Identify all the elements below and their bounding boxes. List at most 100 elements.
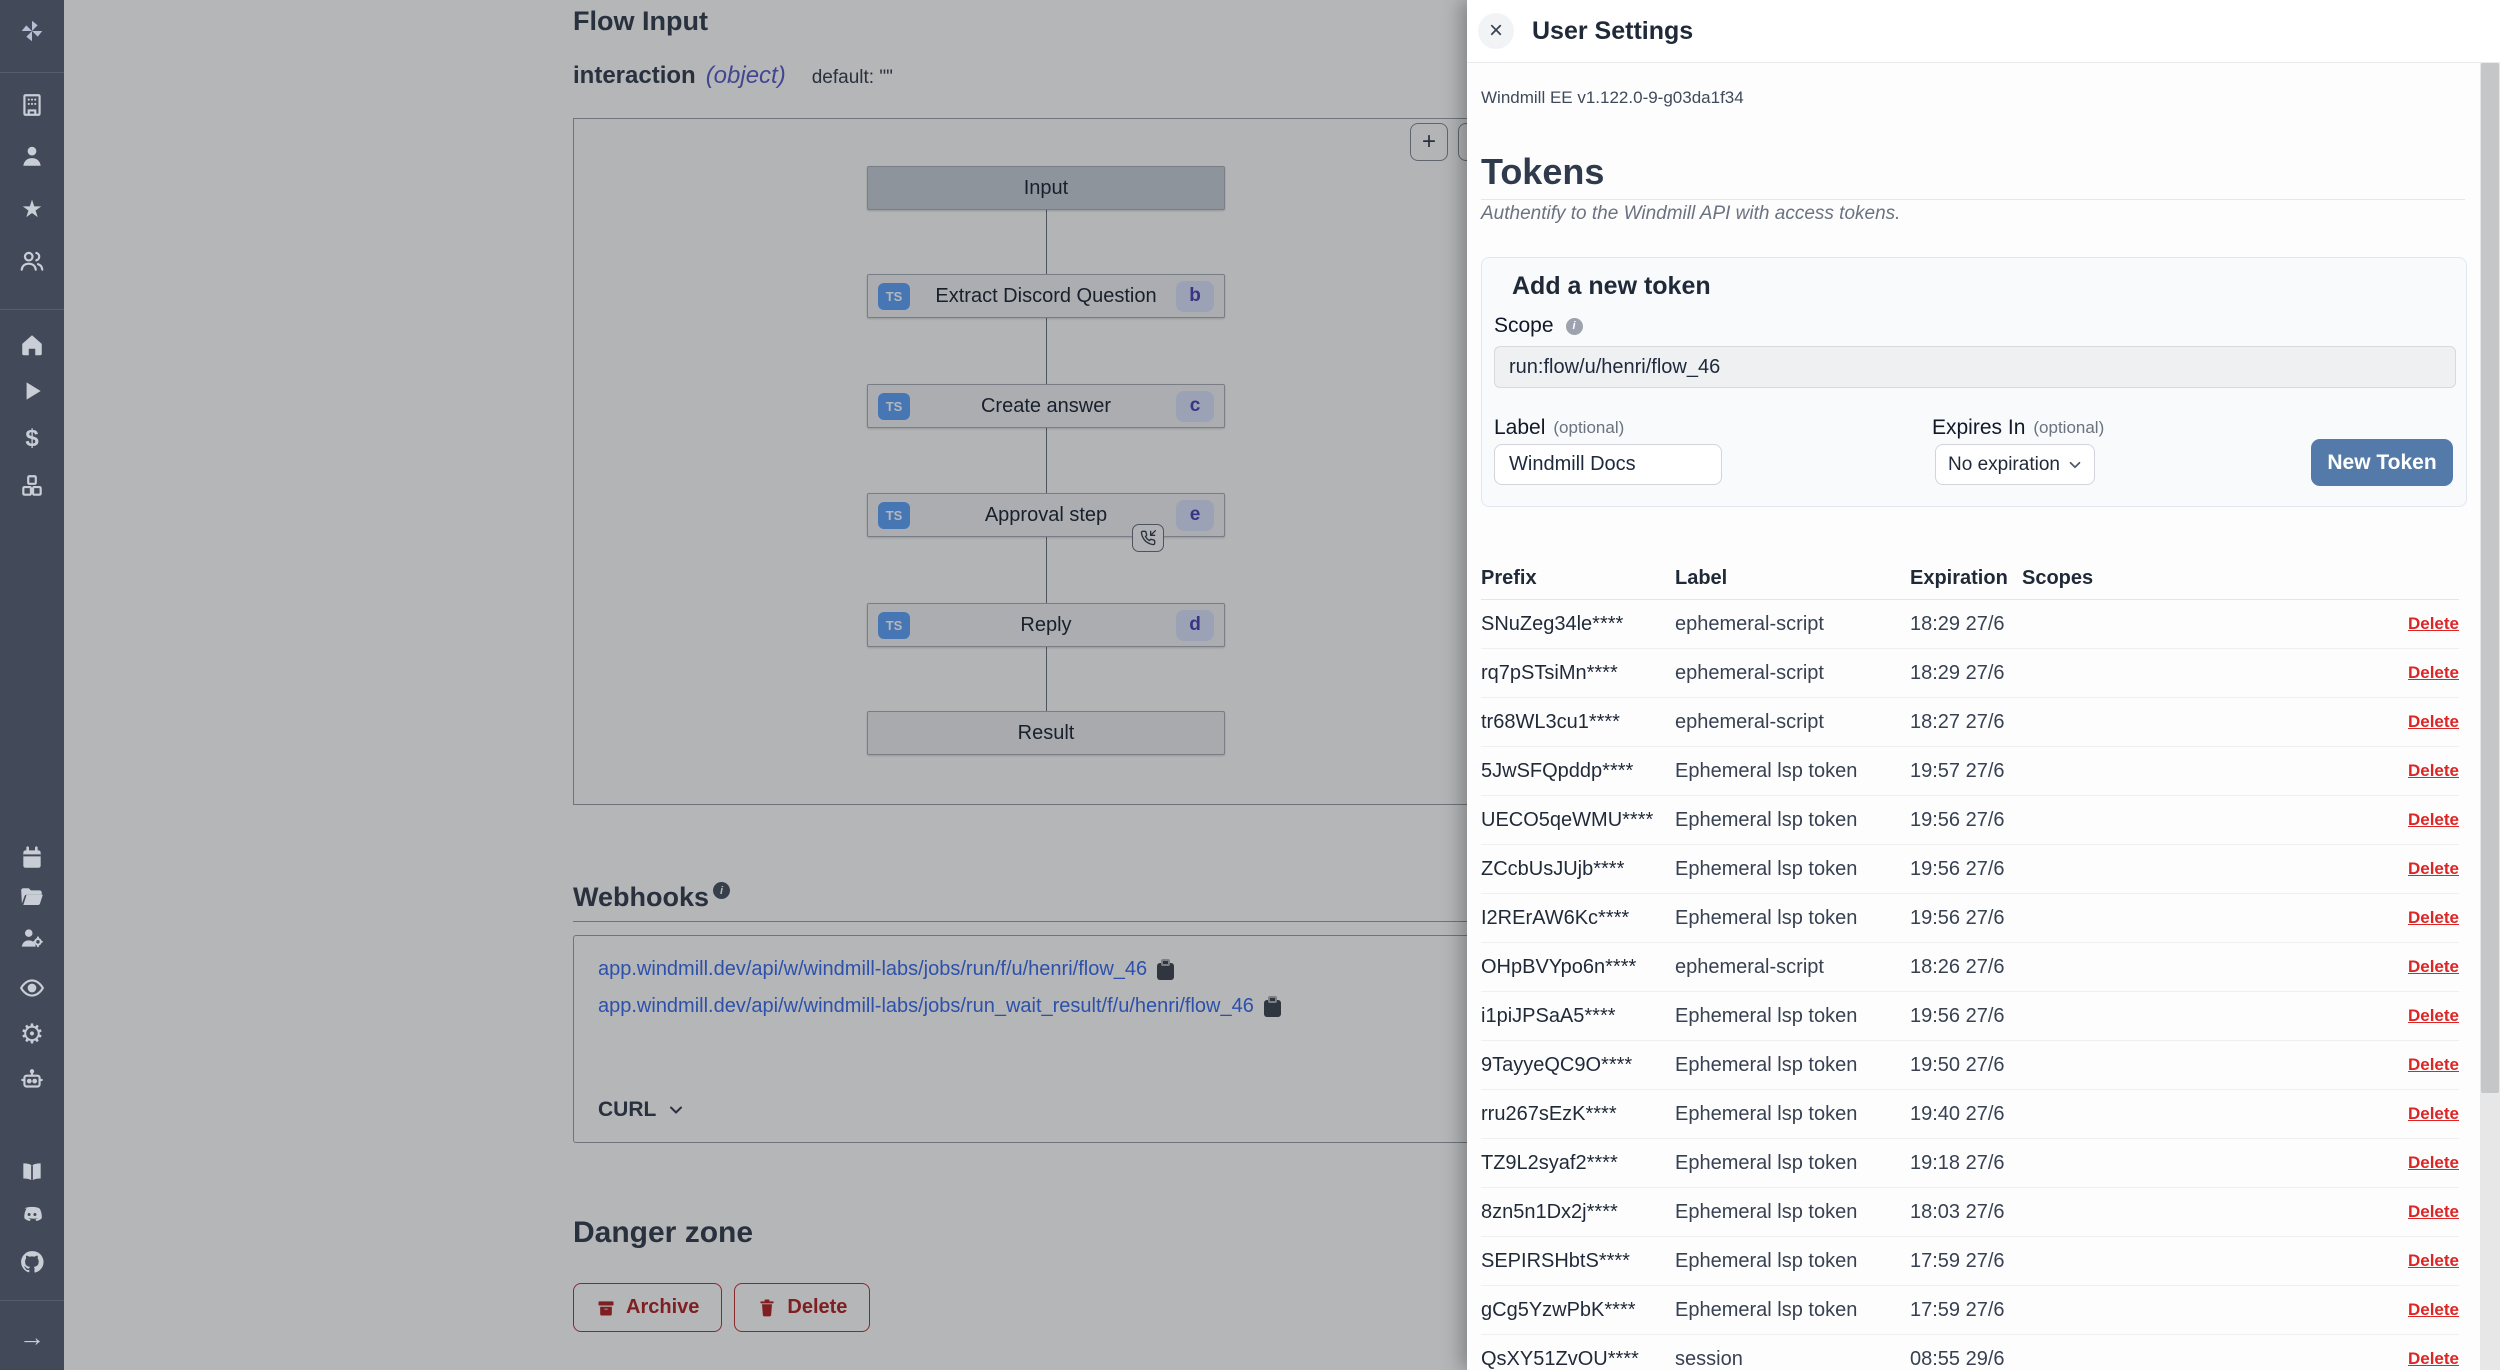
delete-token-link[interactable]: Delete <box>2408 1300 2459 1320</box>
expiration-select[interactable]: No expiration <box>1935 444 2095 485</box>
delete-token-link[interactable]: Delete <box>2408 1104 2459 1124</box>
workspace-building-icon[interactable] <box>0 88 64 122</box>
table-row: gCg5YzwPbK**** Ephemeral lsp token 17:59… <box>1481 1286 2459 1335</box>
token-expiration: 19:56 27/6 <box>1910 1005 2022 1028</box>
bot-icon[interactable] <box>0 1063 64 1097</box>
optional-hint: (optional) <box>2033 418 2104 438</box>
delete-token-link[interactable]: Delete <box>2408 957 2459 977</box>
tokens-table: Prefix Label Expiration Scopes SNuZeg34l… <box>1481 558 2459 1370</box>
expires-in-label: Expires In (optional) <box>1932 416 2104 440</box>
drawer-scrollbar[interactable] <box>2480 63 2500 1370</box>
user-icon[interactable] <box>0 139 64 173</box>
delete-token-link[interactable]: Delete <box>2408 1153 2459 1173</box>
drawer-body: Windmill EE v1.122.0-9-g03da1f34 Tokens … <box>1467 63 2500 1370</box>
groups-users-icon[interactable] <box>0 244 64 278</box>
schedules-calendar-icon[interactable] <box>0 841 64 875</box>
token-expiration: 18:26 27/6 <box>1910 956 2022 979</box>
sidebar-divider <box>0 309 64 310</box>
sidebar-divider <box>0 1300 64 1301</box>
token-prefix: ZCcbUsJUjb**** <box>1481 858 1675 881</box>
audit-eye-icon[interactable] <box>0 971 64 1005</box>
col-header-prefix: Prefix <box>1481 567 1675 590</box>
optional-hint: (optional) <box>1553 418 1624 438</box>
runs-play-icon[interactable] <box>0 374 64 408</box>
token-prefix: 5JwSFQpddp**** <box>1481 760 1675 783</box>
col-header-label: Label <box>1675 567 1910 590</box>
collapse-arrow-right-icon[interactable]: → <box>0 1320 64 1354</box>
token-prefix: I2RErAW6Kc**** <box>1481 907 1675 930</box>
token-expiration: 19:56 27/6 <box>1910 858 2022 881</box>
delete-token-link[interactable]: Delete <box>2408 859 2459 879</box>
delete-token-link[interactable]: Delete <box>2408 712 2459 732</box>
tokens-heading: Tokens <box>1481 151 2465 200</box>
token-expiration: 08:55 29/6 <box>1910 1348 2022 1370</box>
github-icon[interactable] <box>0 1245 64 1279</box>
docs-book-icon[interactable] <box>0 1155 64 1189</box>
token-label: session <box>1675 1348 1910 1370</box>
resources-boxes-icon[interactable] <box>0 469 64 503</box>
delete-token-link[interactable]: Delete <box>2408 1055 2459 1075</box>
token-label-label: Label (optional) <box>1494 416 1624 440</box>
expires-label-text: Expires In <box>1932 416 2025 440</box>
col-header-expiration: Expiration <box>1910 567 2022 590</box>
scope-info-icon[interactable]: i <box>1566 318 1583 335</box>
delete-token-link[interactable]: Delete <box>2408 1251 2459 1271</box>
token-label: Ephemeral lsp token <box>1675 1250 1910 1273</box>
table-row: I2RErAW6Kc**** Ephemeral lsp token 19:56… <box>1481 894 2459 943</box>
token-prefix: UECO5qeWMU**** <box>1481 809 1675 832</box>
user-settings-drawer: × User Settings Windmill EE v1.122.0-9-g… <box>1467 0 2500 1370</box>
token-prefix: i1piJPSaA5**** <box>1481 1005 1675 1028</box>
delete-token-link[interactable]: Delete <box>2408 761 2459 781</box>
table-row: OHpBVYpo6n**** ephemeral-script 18:26 27… <box>1481 943 2459 992</box>
token-label: ephemeral-script <box>1675 711 1910 734</box>
delete-token-link[interactable]: Delete <box>2408 1202 2459 1222</box>
table-row: 8zn5n1Dx2j**** Ephemeral lsp token 18:03… <box>1481 1188 2459 1237</box>
folders-icon[interactable] <box>0 881 64 915</box>
sidebar-divider <box>0 72 64 73</box>
token-label: Ephemeral lsp token <box>1675 760 1910 783</box>
delete-token-link[interactable]: Delete <box>2408 810 2459 830</box>
discord-icon[interactable] <box>0 1198 64 1232</box>
delete-token-link[interactable]: Delete <box>2408 1006 2459 1026</box>
token-prefix: SNuZeg34le**** <box>1481 613 1675 636</box>
delete-token-link[interactable]: Delete <box>2408 614 2459 634</box>
add-token-card: Add a new token Scope i Label (optional)… <box>1481 257 2467 507</box>
token-label: Ephemeral lsp token <box>1675 1152 1910 1175</box>
windmill-logo-icon[interactable] <box>0 14 64 48</box>
close-icon[interactable]: × <box>1478 13 1514 49</box>
delete-token-link[interactable]: Delete <box>2408 1349 2459 1369</box>
home-icon[interactable] <box>0 328 64 362</box>
users-settings-icon[interactable] <box>0 921 64 955</box>
tokens-subtitle: Authentify to the Windmill API with acce… <box>1481 203 1900 225</box>
token-prefix: rru267sEzK**** <box>1481 1103 1675 1126</box>
app-sidebar: ★ $ ⚙ <box>0 0 64 1370</box>
token-expiration: 18:03 27/6 <box>1910 1201 2022 1224</box>
table-row: ZCcbUsJUjb**** Ephemeral lsp token 19:56… <box>1481 845 2459 894</box>
scrollbar-thumb[interactable] <box>2481 63 2499 1093</box>
table-row: 5JwSFQpddp**** Ephemeral lsp token 19:57… <box>1481 747 2459 796</box>
label-label-text: Label <box>1494 416 1545 440</box>
delete-token-link[interactable]: Delete <box>2408 908 2459 928</box>
tokens-table-header: Prefix Label Expiration Scopes <box>1481 558 2459 600</box>
token-label: Ephemeral lsp token <box>1675 1054 1910 1077</box>
settings-gear-icon[interactable]: ⚙ <box>0 1017 64 1051</box>
token-label: ephemeral-script <box>1675 956 1910 979</box>
token-label-input[interactable] <box>1494 444 1722 485</box>
favorites-star-icon[interactable]: ★ <box>0 192 64 226</box>
token-label: Ephemeral lsp token <box>1675 1005 1910 1028</box>
token-label: Ephemeral lsp token <box>1675 809 1910 832</box>
token-label: Ephemeral lsp token <box>1675 1201 1910 1224</box>
scope-input[interactable] <box>1494 346 2456 388</box>
token-label: ephemeral-script <box>1675 613 1910 636</box>
new-token-button[interactable]: New Token <box>2311 439 2453 486</box>
variables-dollar-icon[interactable]: $ <box>0 422 64 456</box>
token-label: Ephemeral lsp token <box>1675 1299 1910 1322</box>
add-token-title: Add a new token <box>1512 272 1711 301</box>
token-prefix: rq7pSTsiMn**** <box>1481 662 1675 685</box>
table-row: i1piJPSaA5**** Ephemeral lsp token 19:56… <box>1481 992 2459 1041</box>
token-prefix: 8zn5n1Dx2j**** <box>1481 1201 1675 1224</box>
token-expiration: 19:56 27/6 <box>1910 809 2022 832</box>
token-expiration: 19:18 27/6 <box>1910 1152 2022 1175</box>
delete-token-link[interactable]: Delete <box>2408 663 2459 683</box>
token-expiration: 17:59 27/6 <box>1910 1250 2022 1273</box>
